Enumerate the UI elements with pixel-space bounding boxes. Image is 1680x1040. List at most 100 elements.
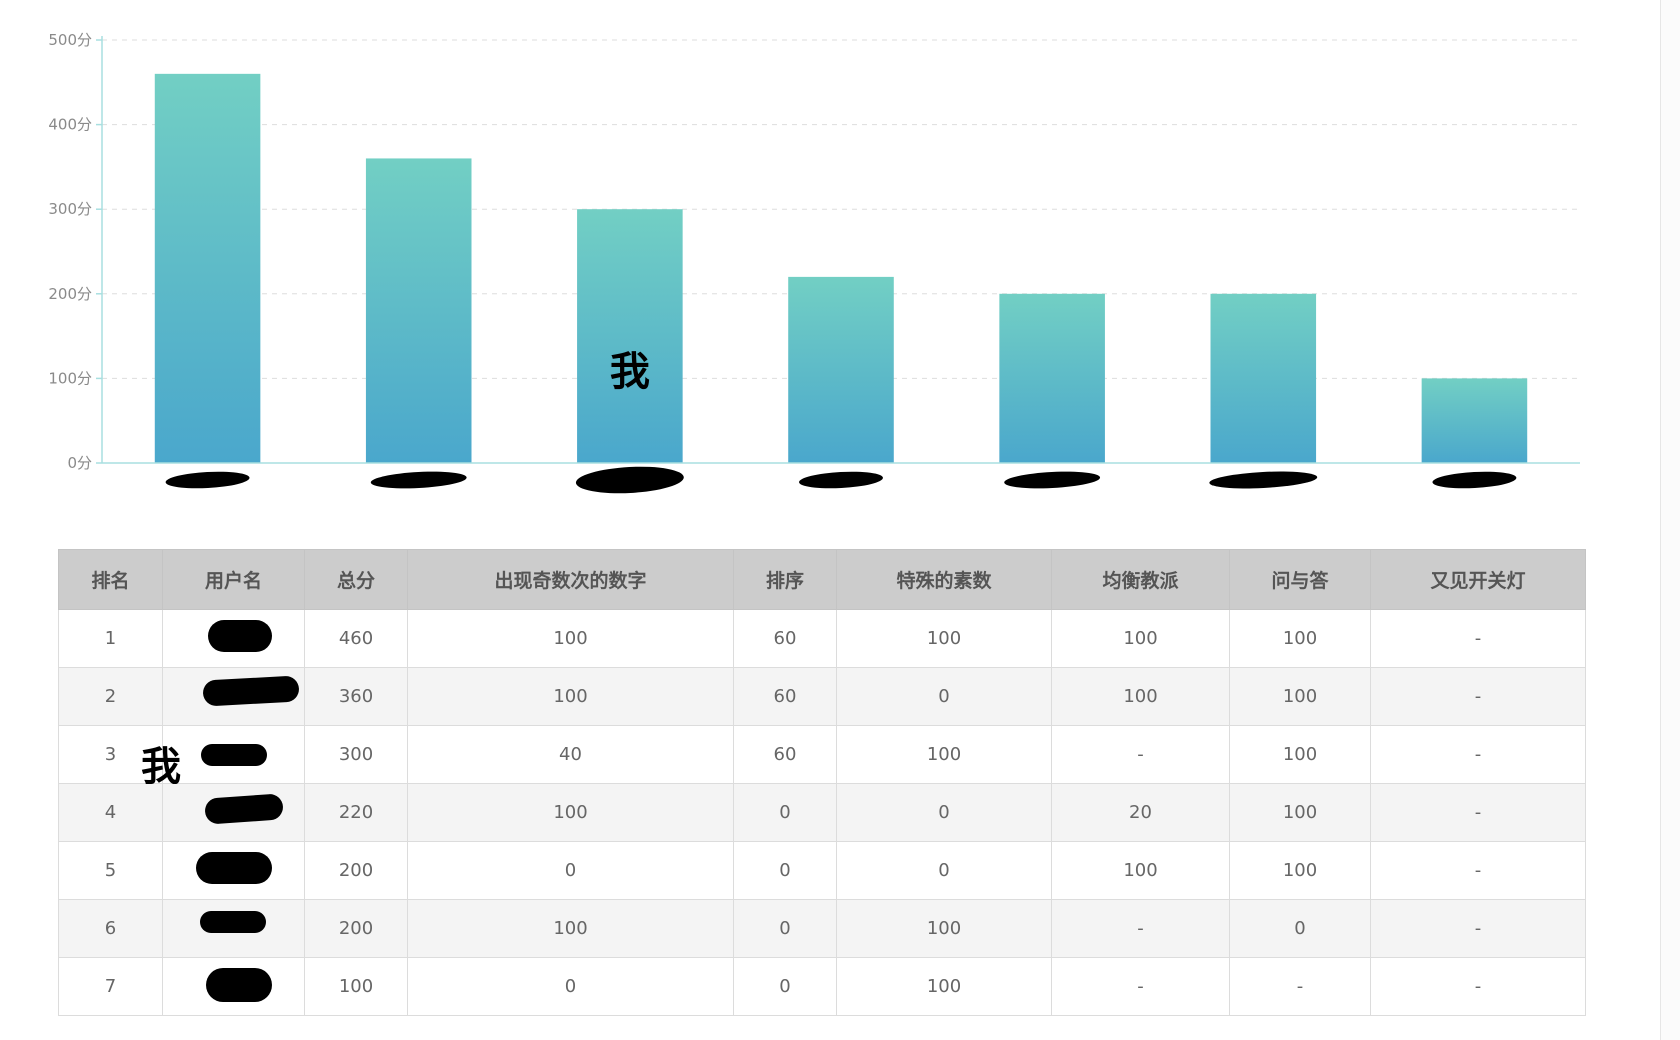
table-row: 5 200 0 0 0 100 100 - — [58, 841, 1586, 900]
header-problem-qa: 问与答 — [1229, 549, 1371, 610]
redaction-scribble — [201, 744, 267, 766]
score-cell: 0 — [836, 841, 1052, 900]
score-cell: 60 — [733, 725, 837, 784]
x-label-redaction-scribble — [799, 471, 883, 489]
total-score-cell: 220 — [304, 783, 408, 842]
header-problem-odd-number: 出现奇数次的数字 — [407, 549, 734, 610]
score-cell: 0 — [407, 957, 734, 1016]
x-label-redaction-scribble — [1209, 471, 1318, 489]
bar — [788, 276, 894, 463]
total-score-cell: 300 — [304, 725, 408, 784]
header-username: 用户名 — [162, 549, 305, 610]
score-cell: 100 — [1051, 609, 1230, 668]
rank-cell: 4 — [58, 783, 163, 842]
username-cell[interactable] — [162, 783, 305, 842]
total-score-cell: 200 — [304, 841, 408, 900]
y-tick-label: 100分 — [48, 369, 92, 387]
score-cell: 0 — [407, 841, 734, 900]
score-cell: 60 — [733, 609, 837, 668]
score-cell: - — [1370, 841, 1586, 900]
score-cell: 40 — [407, 725, 734, 784]
bar — [154, 73, 261, 463]
score-cell: 0 — [836, 667, 1052, 726]
score-cell: 100 — [1229, 609, 1371, 668]
score-cell: - — [1370, 783, 1586, 842]
score-cell: 100 — [1051, 667, 1230, 726]
score-cell: 100 — [1051, 841, 1230, 900]
score-cell: 100 — [836, 609, 1052, 668]
header-total-score: 总分 — [304, 549, 408, 610]
rank-cell: 7 — [58, 957, 163, 1016]
bar — [1210, 293, 1317, 463]
username-cell[interactable] — [162, 609, 305, 668]
total-score-cell: 460 — [304, 609, 408, 668]
score-cell: - — [1370, 667, 1586, 726]
total-score-cell: 360 — [304, 667, 408, 726]
score-cell: - — [1370, 957, 1586, 1016]
table-row: 2 360 100 60 0 100 100 - — [58, 667, 1586, 726]
username-cell[interactable] — [162, 957, 305, 1016]
ranking-table: 排名 用户名 总分 出现奇数次的数字 排序 特殊的素数 均衡教派 问与答 又见开… — [58, 549, 1586, 1016]
y-tick-label: 400分 — [48, 116, 92, 134]
table-header-row: 排名 用户名 总分 出现奇数次的数字 排序 特殊的素数 均衡教派 问与答 又见开… — [58, 549, 1586, 610]
username-cell[interactable] — [162, 667, 305, 726]
score-cell: 0 — [733, 783, 837, 842]
chart-bars — [154, 73, 1528, 463]
username-cell[interactable]: 我 — [141, 725, 305, 790]
rank-cell: 6 — [58, 899, 163, 958]
x-label-redaction-scribble — [165, 471, 250, 489]
page-edge — [1660, 0, 1680, 1040]
score-cell: 100 — [836, 725, 1052, 784]
y-tick-label: 0分 — [67, 454, 92, 472]
table-row: 6 200 100 0 100 - 0 - — [58, 899, 1586, 958]
score-cell: 20 — [1051, 783, 1230, 842]
chart-canvas: 0分 100分 200分 300分 400分 500分我 — [48, 31, 1580, 494]
score-cell: 100 — [1229, 783, 1371, 842]
score-cell: 100 — [836, 957, 1052, 1016]
x-label-redaction-scribble — [1432, 471, 1517, 489]
bar — [1421, 378, 1528, 463]
y-tick-label: 500分 — [48, 31, 92, 49]
score-cell: 0 — [733, 899, 837, 958]
table-row: 1 460 100 60 100 100 100 - — [58, 609, 1586, 668]
score-cell: 0 — [733, 841, 837, 900]
x-label-redaction-scribble — [575, 466, 684, 494]
score-cell: - — [1051, 899, 1230, 958]
bar — [365, 158, 472, 463]
redaction-scribble — [196, 852, 272, 884]
redaction-scribble — [202, 675, 300, 707]
score-cell: - — [1051, 725, 1230, 784]
header-problem-special-prime: 特殊的素数 — [836, 549, 1052, 610]
redaction-scribble — [200, 911, 266, 933]
score-cell: 100 — [407, 783, 734, 842]
header-problem-sort: 排序 — [733, 549, 837, 610]
redaction-scribble — [204, 793, 284, 825]
bar — [999, 293, 1105, 463]
redaction-scribble — [208, 620, 272, 652]
score-cell: 100 — [836, 899, 1052, 958]
username-cell[interactable] — [162, 841, 305, 900]
bar — [577, 209, 683, 463]
score-cell: 60 — [733, 667, 837, 726]
rank-cell: 5 — [58, 841, 163, 900]
score-cell: - — [1370, 609, 1586, 668]
x-label-redaction-scribble — [370, 471, 467, 489]
me-annotation: 我 — [610, 349, 650, 395]
score-cell: 0 — [1229, 899, 1371, 958]
total-score-cell: 100 — [304, 957, 408, 1016]
score-cell: 100 — [407, 667, 734, 726]
redaction-scribble — [206, 968, 272, 1002]
score-cell: - — [1370, 725, 1586, 784]
table-row: 7 100 0 0 100 - - - — [58, 957, 1586, 1016]
score-cell: 100 — [1229, 841, 1371, 900]
username-cell[interactable] — [162, 899, 305, 958]
y-tick-label: 300分 — [48, 200, 92, 218]
score-cell: 100 — [1229, 667, 1371, 726]
table-row: 3 我 300 40 60 100 - 100 - — [58, 725, 1586, 790]
score-bar-chart: 0分 100分 200分 300分 400分 500分我 — [0, 0, 1680, 520]
score-cell: 0 — [836, 783, 1052, 842]
score-cell: 100 — [407, 609, 734, 668]
score-cell: 100 — [407, 899, 734, 958]
y-tick-label: 200分 — [48, 285, 92, 303]
header-problem-balance-sect: 均衡教派 — [1051, 549, 1230, 610]
